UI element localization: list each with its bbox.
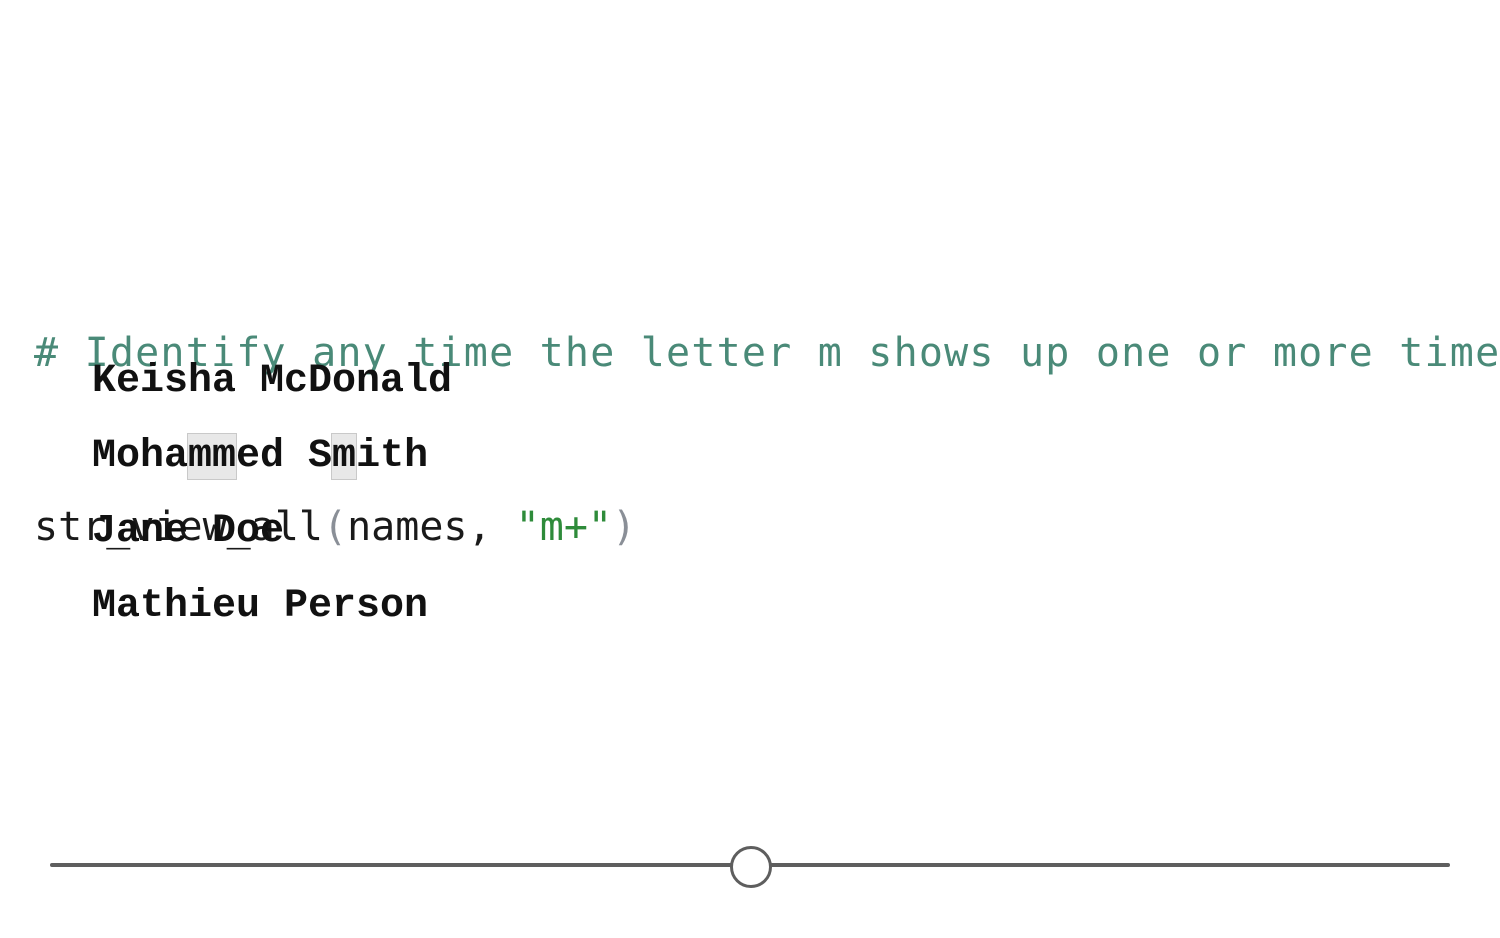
output-row: Keisha McDonald bbox=[92, 352, 452, 427]
slider-thumb[interactable] bbox=[730, 846, 772, 888]
output-text: ed S bbox=[236, 434, 333, 479]
output-row: Mohammed Smith bbox=[92, 427, 452, 502]
output-text: ith bbox=[356, 434, 429, 479]
slide: # Identify any time the letter m shows u… bbox=[0, 0, 1500, 938]
output-text: Mathieu Person bbox=[92, 584, 429, 629]
str-view-output: Keisha McDonald Mohammed Smith Jane Doe Mat… bbox=[92, 352, 452, 652]
output-text: Keisha McDonald bbox=[92, 359, 453, 404]
match-highlight: mm bbox=[187, 433, 238, 480]
output-row: Jane Doe bbox=[92, 502, 452, 577]
pattern-string: "m+" bbox=[515, 504, 612, 550]
close-paren: ) bbox=[611, 504, 637, 550]
progress-slider[interactable] bbox=[50, 845, 1450, 889]
output-row: Mathieu Person bbox=[92, 577, 452, 652]
output-text: Jane Doe bbox=[92, 509, 285, 554]
output-text: Moha bbox=[92, 434, 189, 479]
match-highlight: m bbox=[331, 433, 358, 480]
